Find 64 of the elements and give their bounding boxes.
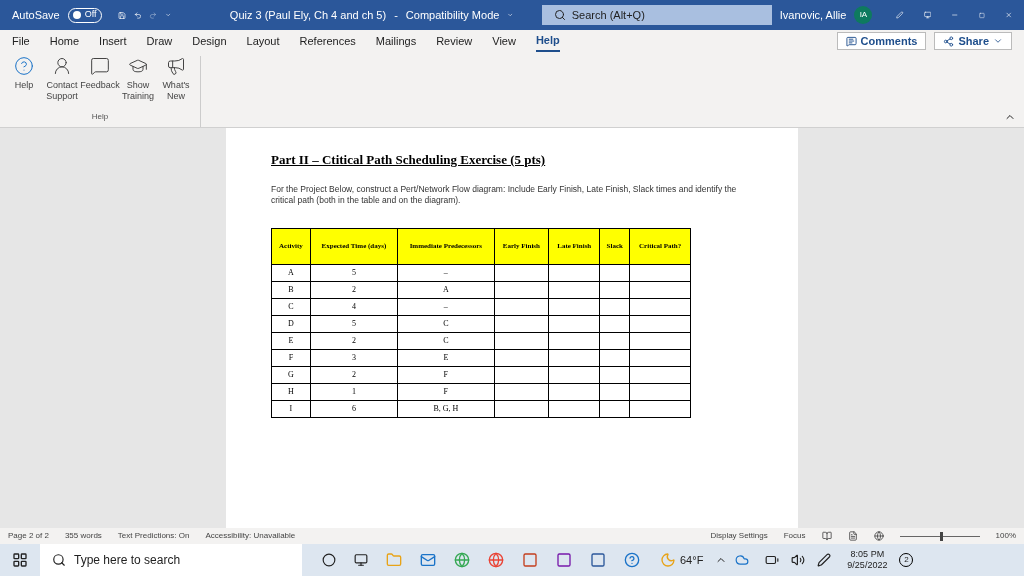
table-cell: C (397, 332, 495, 349)
table-cell: A (397, 281, 495, 298)
table-cell: B (271, 281, 311, 298)
clock-time[interactable]: 8:05 PM (850, 549, 885, 560)
table-cell: C (397, 315, 495, 332)
group-label: Help (91, 111, 109, 123)
ribbon-tab[interactable]: Home (49, 30, 80, 52)
ribbon-tab[interactable]: Layout (246, 30, 280, 52)
table-cell: 2 (310, 366, 398, 383)
table-cell: 5 (310, 315, 398, 332)
ribbon-tab[interactable]: View (492, 30, 516, 52)
table-cell: 2 (310, 281, 398, 298)
table-cell: F (271, 349, 311, 366)
user-name: Ivanovic, Allie (779, 7, 847, 23)
table-cell: F (397, 383, 495, 400)
table-cell: 6 (310, 400, 398, 417)
taskbar-search[interactable]: Type here to search (40, 544, 302, 576)
table-cell: E (271, 332, 311, 349)
heading: Part II – Ctitical Path Scheduling Exercise (5 pts) (271, 151, 547, 169)
instructions: For the Project Below, construct a Pert/Network Flow diagram: Include Early Finish, Late Finish, Slack times and identify the critical path (both in the table and on the diagram). (271, 183, 738, 206)
table-cell: 1 (310, 383, 398, 400)
table-cell: 3 (310, 349, 398, 366)
comments-button[interactable]: Comments (836, 32, 927, 50)
table-cell: 5 (310, 264, 398, 281)
status-text: Page 2 of 2 (8, 530, 49, 542)
table-cell: B, G, H (397, 400, 495, 417)
table-cell: C (271, 298, 311, 315)
table-cell: D (271, 315, 311, 332)
document-title: Quiz 3 (Paul Ely, Ch 4 and ch 5) (229, 7, 387, 23)
table-cell: G (271, 366, 311, 383)
title-separator: - (394, 7, 398, 23)
temperature[interactable]: 64°F (680, 551, 704, 569)
ribbon-button[interactable]: What's New (160, 56, 192, 102)
table-cell: 4 (310, 298, 398, 315)
compatibility-mode[interactable]: Compatibility Mode (405, 6, 500, 24)
zoom-level: 100% (995, 530, 1016, 542)
search-field[interactable]: Search (Alt+Q) (541, 5, 772, 25)
ribbon-button[interactable]: Contact Support (46, 56, 78, 102)
table-cell: H (271, 383, 311, 400)
ribbon-tab[interactable]: Design (192, 30, 227, 52)
ribbon-button[interactable]: Help (8, 56, 40, 102)
display-settings-button[interactable]: Display Settings (710, 530, 768, 542)
ribbon-tab[interactable]: Draw (146, 30, 173, 52)
ribbon-button[interactable]: Show Training (122, 56, 154, 102)
user-avatar[interactable]: IA (854, 6, 873, 24)
focus-button[interactable]: Focus (783, 530, 806, 542)
ribbon-tab[interactable]: Review (436, 30, 473, 52)
ribbon-tab[interactable]: Insert (99, 30, 127, 52)
status-text: Accessibility: Unavailable (205, 530, 296, 542)
table-cell: F (397, 366, 495, 383)
clock-date[interactable]: 9/25/2022 (847, 560, 888, 571)
status-text: 355 words (64, 530, 102, 542)
table-cell: – (397, 264, 495, 281)
autosave-label: AutoSave (12, 7, 60, 23)
share-button[interactable]: Share (934, 32, 1012, 50)
status-text: Text Predictions: On (117, 530, 190, 542)
ribbon-tab[interactable]: File (12, 30, 30, 52)
table-cell: – (397, 298, 495, 315)
ribbon-tab[interactable]: Mailings (375, 30, 417, 52)
ribbon-tab[interactable]: References (299, 30, 356, 52)
table-cell: I (271, 400, 311, 417)
table-cell: 2 (310, 332, 398, 349)
table-cell: E (397, 349, 495, 366)
table-cell: A (271, 264, 311, 281)
